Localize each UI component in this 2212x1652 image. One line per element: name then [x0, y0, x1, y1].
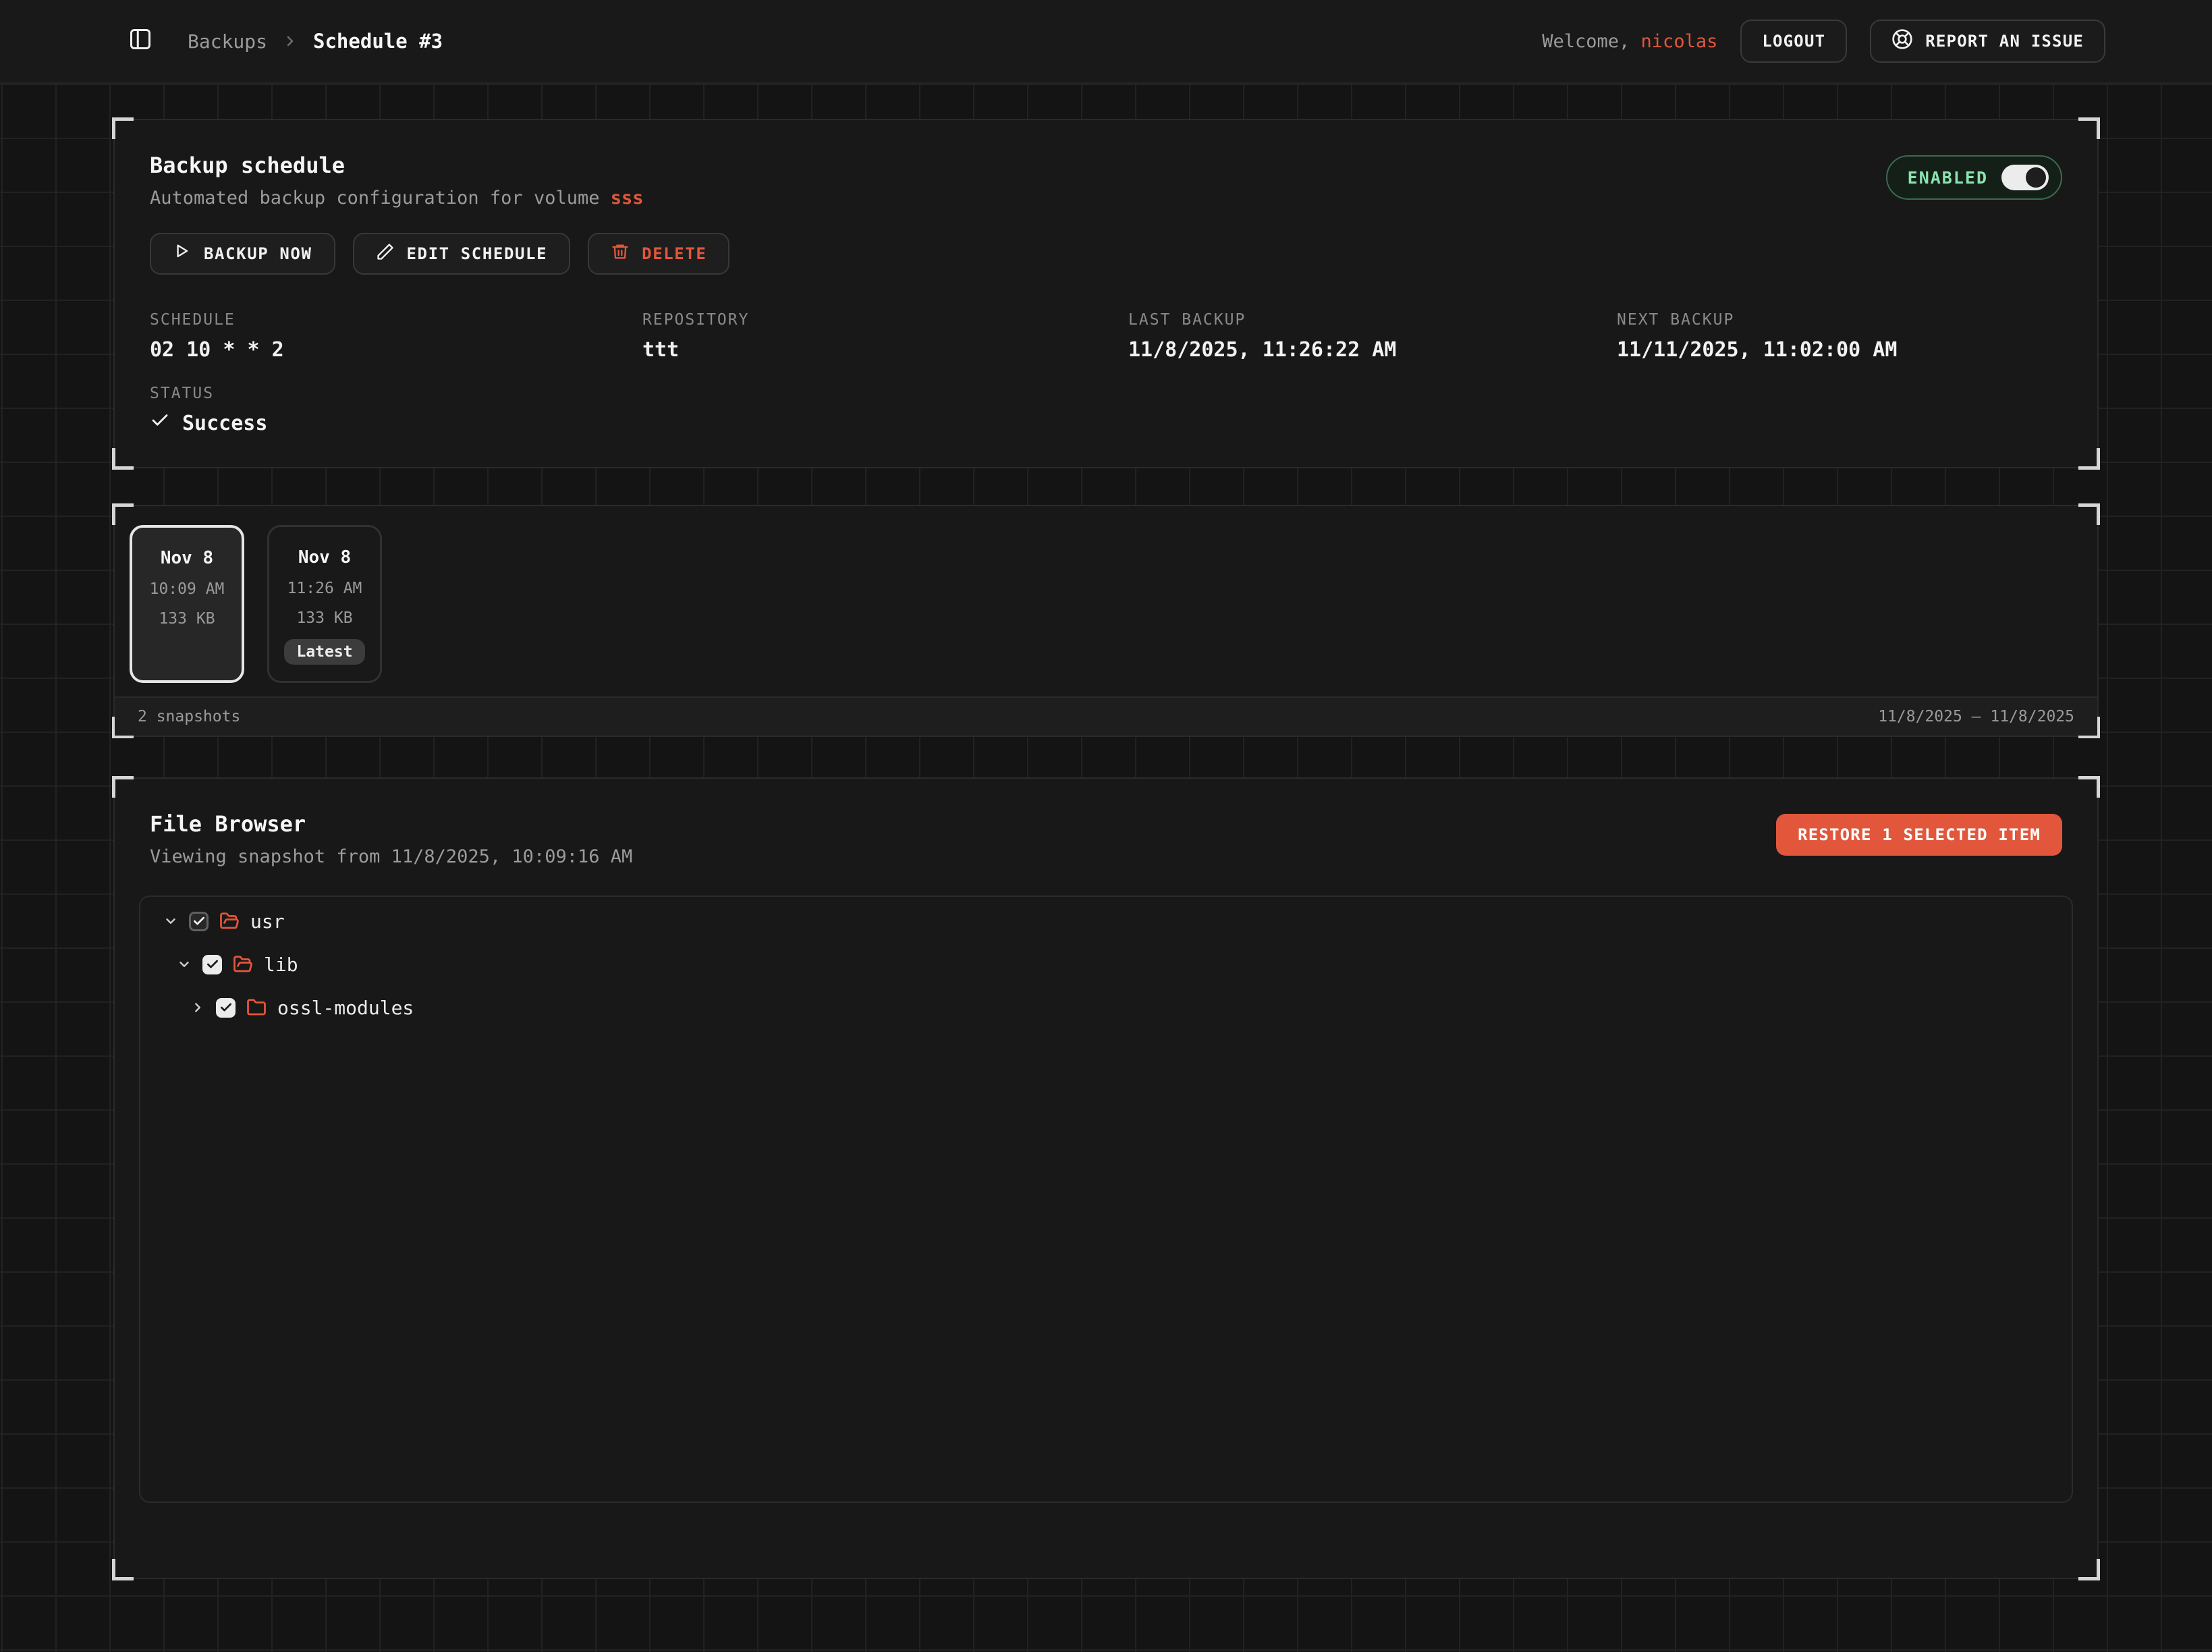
corner-bracket: [112, 448, 134, 470]
panel-left-icon: [128, 27, 153, 56]
field-last-backup: LAST BACKUP 11/8/2025, 11:26:22 AM: [1128, 311, 1617, 362]
snapshot-card[interactable]: Nov 8 11:26 AM 133 KB Latest: [267, 525, 382, 683]
snapshot-date: Nov 8: [269, 547, 380, 568]
chevron-down-icon[interactable]: [163, 914, 178, 929]
enabled-toggle[interactable]: ENABLED: [1886, 155, 2062, 200]
snapshot-card-selected[interactable]: Nov 8 10:09 AM 133 KB: [130, 525, 244, 683]
restore-button[interactable]: RESTORE 1 SELECTED ITEM: [1776, 814, 2062, 856]
tree-label[interactable]: lib: [264, 954, 298, 976]
toggle-knob: [2026, 167, 2046, 188]
breadcrumb-current: Schedule #3: [313, 30, 443, 53]
panel-subtitle: Automated backup configuration for volum…: [150, 188, 644, 209]
top-bar: Backups Schedule #3 Welcome, nicolas LOG…: [0, 0, 2212, 84]
backup-schedule-panel: Backup schedule Automated backup configu…: [113, 119, 2099, 468]
latest-badge: Latest: [284, 639, 364, 665]
schedule-actions: BACKUP NOW EDIT SCHEDULE DELETE: [115, 209, 2097, 275]
file-tree: usr lib: [139, 896, 2073, 1503]
field-value: 11/8/2025, 11:26:22 AM: [1128, 338, 1617, 362]
life-buoy-icon: [1891, 28, 1913, 54]
folder-icon: [246, 997, 267, 1018]
snapshots-footer: 2 snapshots 11/8/2025 – 11/8/2025: [115, 696, 2097, 736]
tree-row-lib[interactable]: lib: [140, 943, 2072, 986]
tree-row-ossl-modules[interactable]: ossl-modules: [140, 986, 2072, 1029]
field-schedule: SCHEDULE 02 10 * * 2: [150, 311, 642, 362]
snapshot-size: 133 KB: [269, 609, 380, 627]
panel-title: File Browser: [150, 811, 632, 837]
field-label: NEXT BACKUP: [1617, 311, 2062, 329]
tree-label[interactable]: usr: [250, 910, 285, 933]
pencil-icon: [376, 242, 395, 265]
enabled-label: ENABLED: [1908, 168, 1988, 188]
field-status: STATUS Success: [115, 362, 2097, 436]
trash-icon: [611, 242, 630, 265]
checkbox[interactable]: [202, 955, 222, 974]
panel-title: Backup schedule: [150, 153, 644, 178]
toggle-switch[interactable]: [2001, 165, 2049, 190]
field-label: SCHEDULE: [150, 311, 642, 329]
corner-bracket: [2078, 1559, 2100, 1580]
page: Backups Schedule #3 Welcome, nicolas LOG…: [0, 0, 2212, 1652]
schedule-info-grid: SCHEDULE 02 10 * * 2 REPOSITORY ttt LAST…: [115, 275, 2097, 362]
field-value: ttt: [642, 338, 1128, 362]
play-icon: [173, 242, 192, 265]
field-label: STATUS: [150, 385, 2062, 402]
welcome-text: Welcome, nicolas: [1542, 31, 1717, 52]
chevron-right-icon[interactable]: [190, 1000, 205, 1015]
breadcrumb: Backups Schedule #3: [188, 30, 443, 53]
snapshot-list: Nov 8 10:09 AM 133 KB Nov 8 11:26 AM 133…: [115, 506, 2097, 683]
sidebar-toggle-button[interactable]: [128, 27, 153, 56]
field-value: 02 10 * * 2: [150, 338, 642, 362]
status-value: Success: [182, 412, 267, 435]
field-repository: REPOSITORY ttt: [642, 311, 1128, 362]
edit-schedule-button[interactable]: EDIT SCHEDULE: [353, 233, 571, 275]
breadcrumb-item-backups[interactable]: Backups: [188, 30, 267, 53]
folder-open-icon: [233, 954, 253, 974]
username: nicolas: [1641, 31, 1718, 52]
snapshot-date-range: 11/8/2025 – 11/8/2025: [1878, 708, 2074, 725]
snapshot-size: 133 KB: [132, 610, 242, 628]
corner-bracket: [112, 1559, 134, 1580]
field-next-backup: NEXT BACKUP 11/11/2025, 11:02:00 AM: [1617, 311, 2062, 362]
volume-name: sss: [611, 188, 644, 209]
header-right: Welcome, nicolas LOGOUT REPORT AN ISSUE: [1542, 20, 2105, 63]
panel-subtitle: Viewing snapshot from 11/8/2025, 10:09:1…: [150, 846, 632, 867]
field-label: REPOSITORY: [642, 311, 1128, 329]
folder-open-icon: [219, 911, 240, 931]
delete-button[interactable]: DELETE: [588, 233, 729, 275]
snapshot-time: 11:26 AM: [269, 580, 380, 597]
snapshot-time: 10:09 AM: [132, 580, 242, 598]
checkbox[interactable]: [189, 912, 209, 931]
field-label: LAST BACKUP: [1128, 311, 1617, 329]
chevron-down-icon[interactable]: [177, 957, 192, 972]
field-value: 11/11/2025, 11:02:00 AM: [1617, 338, 2062, 362]
checkbox[interactable]: [216, 998, 236, 1018]
report-issue-button[interactable]: REPORT AN ISSUE: [1870, 20, 2105, 63]
check-icon: [150, 410, 170, 436]
file-browser-panel: File Browser Viewing snapshot from 11/8/…: [113, 777, 2099, 1579]
tree-label[interactable]: ossl-modules: [277, 997, 414, 1019]
backup-now-button[interactable]: BACKUP NOW: [150, 233, 335, 275]
logout-button[interactable]: LOGOUT: [1740, 20, 1847, 63]
chevron-right-icon: [282, 33, 298, 49]
snapshots-panel: Nov 8 10:09 AM 133 KB Nov 8 11:26 AM 133…: [113, 505, 2099, 737]
corner-bracket: [2078, 448, 2100, 470]
snapshot-date: Nov 8: [132, 548, 242, 568]
tree-row-usr[interactable]: usr: [140, 900, 2072, 943]
snapshot-count: 2 snapshots: [138, 708, 240, 725]
